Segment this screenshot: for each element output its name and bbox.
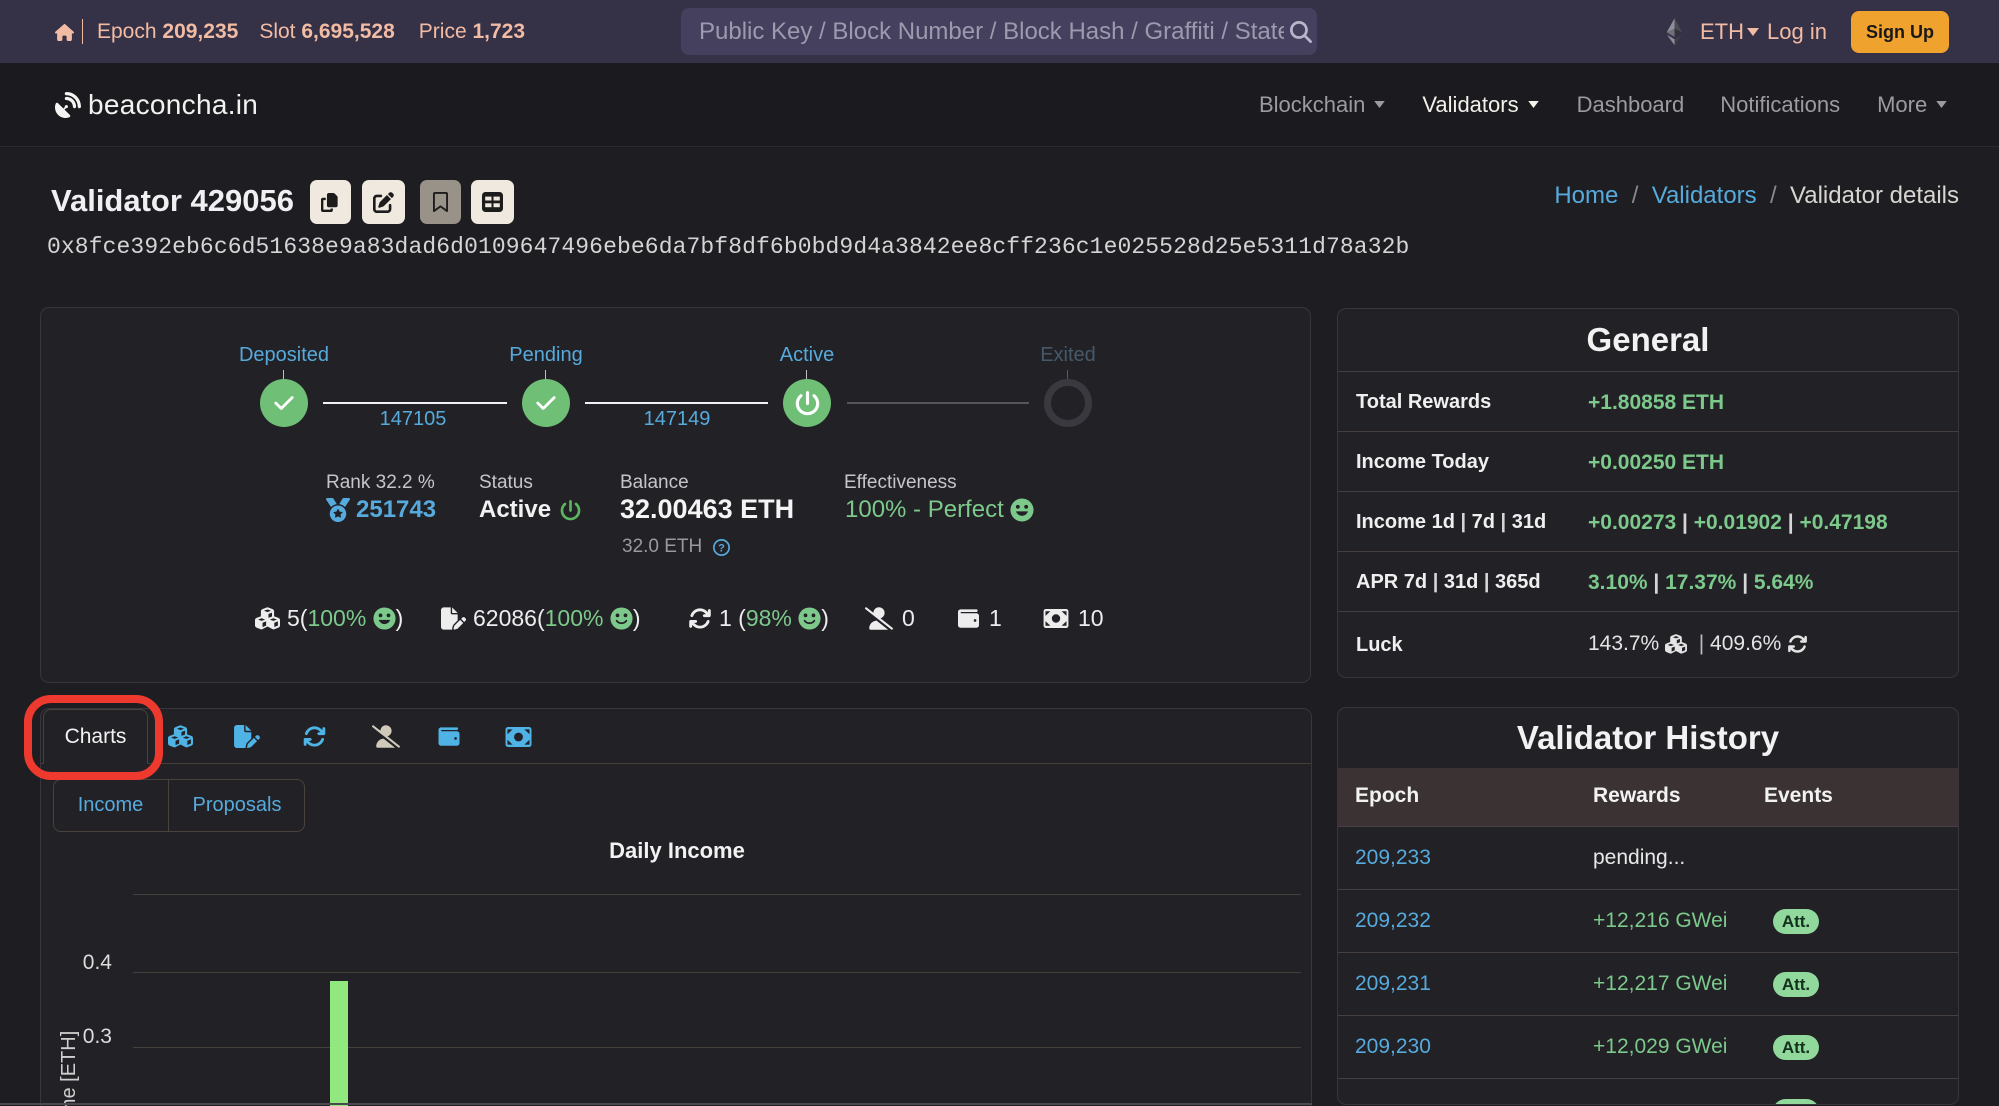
svg-text:?: ? [718,542,725,554]
